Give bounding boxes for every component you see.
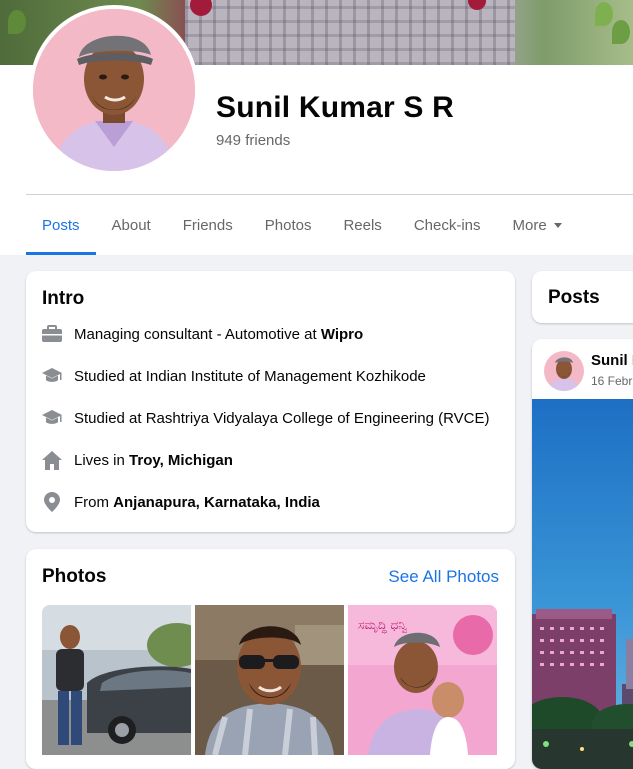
intro-card: Intro Managing consultant - Automotive a… <box>26 271 515 532</box>
tab-reels[interactable]: Reels <box>327 196 397 255</box>
post-author-name[interactable]: Sunil K <box>591 352 633 369</box>
tab-more[interactable]: More <box>497 196 578 255</box>
location-pin-icon <box>42 492 62 512</box>
posts-title: Posts <box>548 287 600 308</box>
banner-text: ಸಮೃದ್ಧಿ ಧನ್ವಿ <box>358 618 408 634</box>
profile-avatar[interactable] <box>29 5 199 175</box>
photos-title: Photos <box>42 566 107 587</box>
graduation-cap-icon <box>42 366 62 386</box>
intro-education-2: Studied at Rashtriya Vidyalaya College o… <box>42 408 490 428</box>
profile-header: Sunil Kumar S R 949 friends Posts About … <box>0 0 633 255</box>
photos-card: Photos See All Photos ಸಮೃದ್ಧಿ ಧನ್ವಿ <box>26 549 515 769</box>
photo-thumbnail-3[interactable]: ಸಮೃದ್ಧಿ ಧನ್ವಿ <box>348 605 497 755</box>
tab-about[interactable]: About <box>96 196 167 255</box>
intro-lives-in: Lives in Troy, Michigan <box>42 450 233 470</box>
intro-title: Intro <box>42 288 85 309</box>
header-divider <box>26 194 633 195</box>
profile-tabs: Posts About Friends Photos Reels Check-i… <box>26 196 578 255</box>
intro-education-1: Studied at Indian Institute of Managemen… <box>42 366 426 386</box>
graduation-cap-icon <box>42 408 62 428</box>
friends-count[interactable]: 949 friends <box>216 132 290 149</box>
tab-friends[interactable]: Friends <box>167 196 249 255</box>
caret-down-icon <box>553 223 562 228</box>
see-all-photos-link[interactable]: See All Photos <box>388 567 499 587</box>
post-card: Sunil K 16 Febr <box>532 339 633 769</box>
intro-work: Managing consultant - Automotive at Wipr… <box>42 324 363 344</box>
tab-check-ins[interactable]: Check-ins <box>398 196 497 255</box>
intro-from: From Anjanapura, Karnataka, India <box>42 492 320 512</box>
tab-photos[interactable]: Photos <box>249 196 328 255</box>
briefcase-icon <box>42 324 62 344</box>
post-author-avatar[interactable] <box>544 351 584 391</box>
posts-header-card: Posts <box>532 271 633 323</box>
profile-name: Sunil Kumar S R <box>216 91 455 124</box>
hometown-link[interactable]: Anjanapura, Karnataka, India <box>113 494 320 511</box>
post-date[interactable]: 16 Febr <box>591 374 632 388</box>
current-city-link[interactable]: Troy, Michigan <box>129 452 233 469</box>
home-icon <box>42 450 62 470</box>
photo-thumbnail-2[interactable] <box>195 605 344 755</box>
post-image[interactable] <box>532 399 633 769</box>
tab-posts[interactable]: Posts <box>26 196 96 255</box>
photo-thumbnail-1[interactable] <box>42 605 191 755</box>
employer-link[interactable]: Wipro <box>321 326 363 343</box>
avatar-portrait <box>33 9 195 171</box>
